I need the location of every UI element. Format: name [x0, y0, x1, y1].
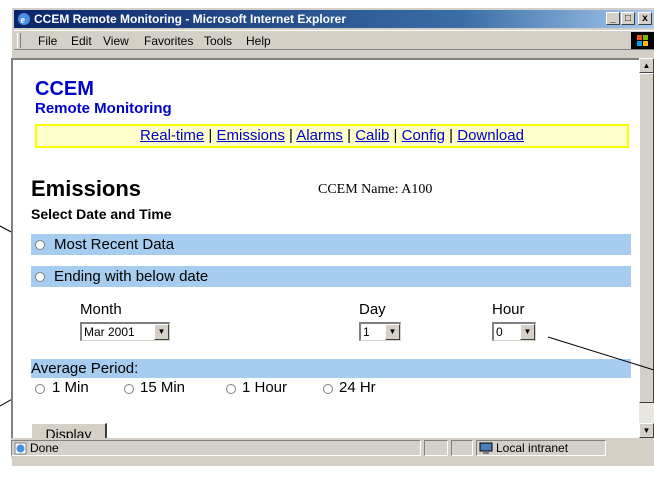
- scroll-thumb[interactable]: [639, 73, 654, 403]
- status-text: Done: [30, 441, 59, 455]
- avg-15min-label[interactable]: 15 Min: [140, 379, 185, 396]
- nav-link-emissions[interactable]: Emissions: [216, 127, 284, 144]
- intranet-icon: [479, 442, 493, 454]
- vertical-scrollbar[interactable]: ▲ ▼: [639, 58, 654, 438]
- day-label: Day: [359, 301, 386, 318]
- brand-title: CCEM: [35, 78, 94, 100]
- zone-text: Local intranet: [496, 441, 569, 455]
- nav-separator: |: [208, 127, 213, 144]
- day-value: 1: [363, 325, 370, 339]
- most-recent-radio[interactable]: [35, 240, 45, 250]
- menu-help[interactable]: Help: [246, 34, 271, 48]
- nav-separator: |: [347, 127, 352, 144]
- nav-separator: |: [393, 127, 398, 144]
- status-pane-empty: [451, 440, 473, 456]
- menu-file[interactable]: File: [38, 34, 57, 48]
- most-recent-label[interactable]: Most Recent Data: [54, 236, 174, 253]
- avg-24hr-radio[interactable]: [323, 384, 333, 394]
- menu-bar: File Edit View Favorites Tools Help: [14, 30, 654, 50]
- nav-link-calib[interactable]: Calib: [355, 127, 389, 144]
- page-content: CCEM Remote Monitoring Real-time | Emiss…: [11, 58, 639, 438]
- nav-separator: |: [289, 127, 293, 144]
- ie-page-icon: [14, 442, 27, 455]
- month-select[interactable]: Mar 2001 ▼: [80, 322, 170, 341]
- chevron-down-icon[interactable]: ▼: [385, 324, 400, 340]
- hour-select[interactable]: 0 ▼: [492, 322, 536, 341]
- menu-favorites[interactable]: Favorites: [144, 34, 193, 48]
- scroll-down-icon[interactable]: ▼: [639, 423, 654, 438]
- window-title: CCEM Remote Monitoring - Microsoft Inter…: [34, 12, 347, 26]
- windows-logo-icon: [631, 32, 654, 49]
- avg-24hr-label[interactable]: 24 Hr: [339, 379, 376, 396]
- ending-with-radio[interactable]: [35, 272, 45, 282]
- status-bar: Done Local intranet: [11, 438, 654, 458]
- display-button[interactable]: Display: [31, 423, 107, 438]
- nav-separator: |: [449, 127, 454, 144]
- maximize-button[interactable]: □: [621, 12, 635, 25]
- day-select[interactable]: 1 ▼: [359, 322, 401, 341]
- hour-value: 0: [496, 325, 503, 339]
- brand-subtitle: Remote Monitoring: [35, 100, 172, 117]
- ie-icon: e: [18, 13, 30, 26]
- ccem-name-label: CCEM Name: A100: [318, 182, 433, 197]
- chevron-down-icon[interactable]: ▼: [520, 324, 535, 340]
- title-bar[interactable]: e CCEM Remote Monitoring - Microsoft Int…: [14, 10, 654, 28]
- nav-link-download[interactable]: Download: [457, 127, 524, 144]
- avg-1hour-label[interactable]: 1 Hour: [242, 379, 287, 396]
- avg-1min-label[interactable]: 1 Min: [52, 379, 89, 396]
- avg-1hour-radio[interactable]: [226, 384, 236, 394]
- nav-link-config[interactable]: Config: [402, 127, 445, 144]
- avg-1min-radio[interactable]: [35, 384, 45, 394]
- minimize-button[interactable]: _: [606, 12, 620, 25]
- month-label: Month: [80, 301, 122, 318]
- avg-15min-radio[interactable]: [124, 384, 134, 394]
- menu-grip: [17, 33, 21, 48]
- status-pane-empty: [424, 440, 448, 456]
- scroll-up-icon[interactable]: ▲: [639, 58, 654, 73]
- nav-bar: Real-time | Emissions | Alarms | Calib |…: [35, 124, 629, 148]
- menu-view[interactable]: View: [103, 34, 129, 48]
- status-pane-main: Done: [11, 440, 421, 456]
- close-button[interactable]: x: [638, 12, 652, 25]
- section-subtitle: Select Date and Time: [31, 206, 172, 222]
- hour-label: Hour: [492, 301, 525, 318]
- nav-link-alarms[interactable]: Alarms: [296, 127, 343, 144]
- page-title: Emissions: [31, 176, 142, 201]
- chevron-down-icon[interactable]: ▼: [154, 324, 169, 340]
- average-period-label: Average Period:: [31, 360, 139, 377]
- month-value: Mar 2001: [84, 325, 135, 339]
- ending-with-label[interactable]: Ending with below date: [54, 268, 208, 285]
- svg-text:e: e: [21, 15, 26, 26]
- menu-edit[interactable]: Edit: [71, 34, 92, 48]
- nav-link-realtime[interactable]: Real-time: [140, 127, 204, 144]
- menu-tools[interactable]: Tools: [204, 34, 232, 48]
- status-pane-zone: Local intranet: [476, 440, 606, 456]
